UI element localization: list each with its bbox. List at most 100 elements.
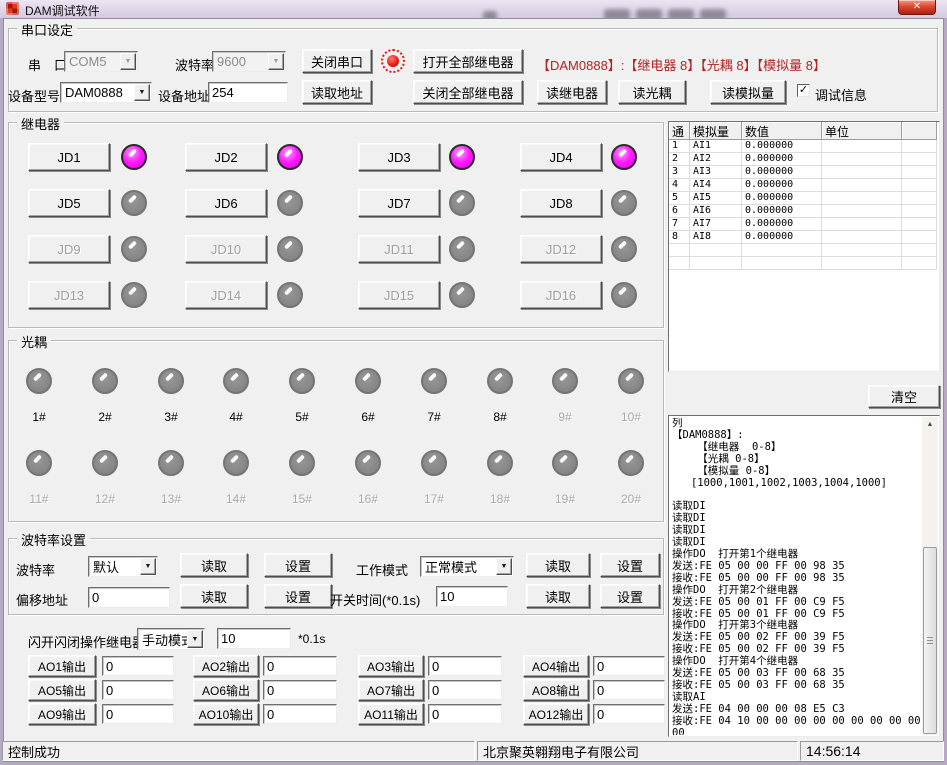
table-cell: AI4 [690,179,742,192]
baud-select: 9600 ▼ [212,51,286,72]
ao-value-input-8[interactable] [593,680,665,700]
ao-value-input-1[interactable] [102,656,174,676]
log-box[interactable]: 列 【DAM0888】: 【继电器 0-8】 【光耦 0-8】 【模拟量 0-8… [668,415,940,737]
log-scrollbar[interactable]: ▲ [922,417,938,735]
debug-info-checkbox[interactable]: ✓ [797,84,810,97]
read-opto-button[interactable]: 读光耦 [618,80,686,104]
table-cell: 4 [669,179,690,192]
flash-time-input[interactable] [217,628,291,649]
clear-log-button[interactable]: 清空 [868,385,940,408]
ao-value-input-11[interactable] [428,704,502,724]
table-cell [902,231,937,244]
ao-button-6[interactable]: AO6输出 [193,679,259,701]
offset-read-button[interactable]: 读取 [180,584,248,608]
ao-button-3[interactable]: AO3输出 [358,655,424,677]
read-address-button[interactable]: 读取地址 [302,80,372,104]
work-mode-read-button[interactable]: 读取 [526,553,590,577]
ao-button-2[interactable]: AO2输出 [193,655,259,677]
table-row: 8AI80.000000 [669,231,939,244]
ao-button-5[interactable]: AO5输出 [28,679,96,701]
opto-label-13: 13# [153,492,189,506]
opto-label-5: 5# [284,410,320,424]
relay-led-jd8 [611,190,637,216]
log-text: 列 【DAM0888】: 【继电器 0-8】 【光耦 0-8】 【模拟量 0-8… [672,418,921,735]
opto-label-19: 19# [547,492,583,506]
flash-time-unit-label: *0.1s [298,632,325,646]
table-cell: 0.000000 [742,179,822,192]
relay-led-jd15 [449,282,475,308]
ao-button-11[interactable]: AO11输出 [358,703,424,725]
flash-mode-select[interactable]: 手动模式 ▼ [137,628,205,650]
table-row: 4AI40.000000 [669,179,939,192]
glass-reflection [483,11,497,18]
ao-value-input-7[interactable] [428,680,502,700]
read-analog-button[interactable]: 读模拟量 [710,80,786,104]
ao-button-7[interactable]: AO7输出 [358,679,424,701]
ao-value-input-3[interactable] [428,656,502,676]
chevron-down-icon: ▼ [134,84,150,101]
baud-read-button[interactable]: 读取 [180,553,248,577]
opto-label-8: 8# [482,410,518,424]
open-all-relays-button[interactable]: 打开全部继电器 [413,49,523,73]
ao-button-10[interactable]: AO10输出 [193,703,259,725]
relay-button-jd8[interactable]: JD8 [520,189,602,217]
relay-button-jd4[interactable]: JD4 [520,143,602,171]
opto-led-20 [618,450,644,476]
analog-table-body: 1AI10.0000002AI20.0000003AI30.0000004AI4… [669,140,939,270]
switch-time-read-button[interactable]: 读取 [526,584,590,608]
ao-button-1[interactable]: AO1输出 [28,655,96,677]
device-model-select[interactable]: DAM0888 ▼ [60,82,152,103]
device-address-input[interactable] [208,82,288,103]
glass-reflection [700,9,726,18]
ao-value-input-12[interactable] [593,704,665,724]
ao-button-12[interactable]: AO12输出 [523,703,589,725]
serial-port-value: COM5 [69,54,107,69]
ao-value-input-6[interactable] [263,680,337,700]
debug-info-label: 调试信息 [815,85,867,104]
opto-led-5 [289,368,315,394]
ao-button-8[interactable]: AO8输出 [523,679,589,701]
relay-button-jd2[interactable]: JD2 [185,143,267,171]
table-cell: AI2 [690,153,742,166]
work-mode-set-button[interactable]: 设置 [600,553,660,577]
ao-value-input-9[interactable] [102,704,174,724]
opto-label-20: 20# [613,492,649,506]
relay-button-jd5[interactable]: JD5 [28,189,110,217]
switch-time-set-button[interactable]: 设置 [600,584,660,608]
analog-col-header: 通 [669,122,690,140]
work-mode-select[interactable]: 正常模式 ▼ [420,556,514,577]
opto-led-2 [92,368,118,394]
scrollbar-thumb[interactable] [923,547,937,734]
table-cell: 6 [669,205,690,218]
baud-setting-select[interactable]: 默认 ▼ [88,556,158,577]
ao-value-input-2[interactable] [263,656,337,676]
relay-button-jd6[interactable]: JD6 [185,189,267,217]
table-cell [822,257,902,270]
read-relays-button[interactable]: 读继电器 [537,80,607,104]
ao-button-4[interactable]: AO4输出 [523,655,589,677]
relay-led-jd12 [611,236,637,262]
ao-value-input-10[interactable] [263,704,337,724]
offset-set-button[interactable]: 设置 [264,584,332,608]
relay-button-jd1[interactable]: JD1 [28,143,110,171]
table-cell [902,179,937,192]
table-cell [822,244,902,257]
scroll-up-icon[interactable]: ▲ [922,417,938,432]
offset-address-input[interactable] [88,587,170,608]
baud-set-button[interactable]: 设置 [264,553,332,577]
close-serial-button[interactable]: 关闭串口 [302,49,372,73]
relay-button-jd7[interactable]: JD7 [358,189,440,217]
relay-button-jd3[interactable]: JD3 [358,143,440,171]
switch-time-label: 开关时间(*0.1s) [330,590,420,609]
ao-button-9[interactable]: AO9输出 [28,703,96,725]
relay-button-jd13: JD13 [28,281,110,309]
chevron-down-icon: ▼ [187,630,203,648]
opto-led-6 [355,368,381,394]
company-name: 北京聚英翱翔电子有限公司 [483,742,639,761]
switch-time-input[interactable] [436,586,508,607]
close-button[interactable]: ✕ [898,0,936,15]
close-all-relays-button[interactable]: 关闭全部继电器 [413,80,523,104]
opto-label-18: 18# [482,492,518,506]
ao-value-input-5[interactable] [102,680,174,700]
ao-value-input-4[interactable] [593,656,665,676]
